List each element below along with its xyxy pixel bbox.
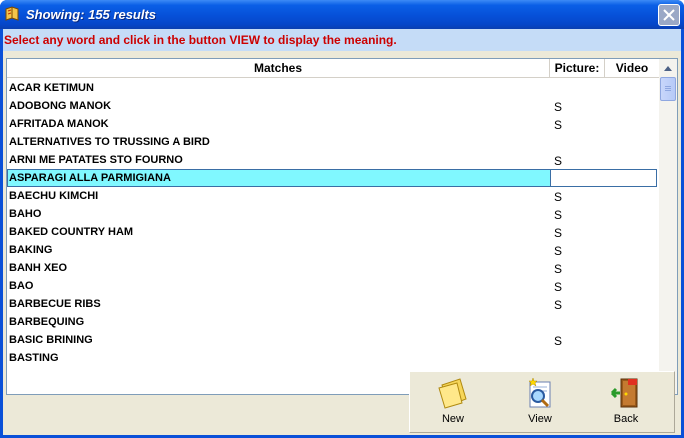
list-item[interactable]: BARBEQUING [7,313,659,331]
item-name: BASTING [9,352,59,364]
item-name: BARBECUE RIBS [9,298,101,310]
column-header-video[interactable]: Video [605,59,659,78]
item-name: BANH XEO [9,262,68,274]
item-name: ADOBONG MANOK [9,100,112,112]
list-item[interactable]: BASTING [7,349,659,367]
item-name: BAKING [9,244,53,256]
list-item[interactable]: ADOBONG MANOK S [7,97,659,115]
list-item[interactable]: BAO S [7,277,659,295]
view-button[interactable]: View [510,376,570,430]
item-name: BAKED COUNTRY HAM [9,226,134,238]
action-toolbar: New View Back [409,371,675,433]
item-picture-flag: S [554,334,563,348]
item-name: BAHO [9,208,42,220]
back-button[interactable]: Back [596,376,656,430]
book-icon [5,6,19,21]
list-item[interactable]: ASPARAGI ALLA PARMIGIANA [7,169,659,187]
new-sheet-icon [438,378,467,409]
item-picture-flag: S [554,298,563,312]
column-header-matches[interactable]: Matches [7,59,550,78]
item-name: BAECHU KIMCHI [9,190,99,202]
item-picture-flag: S [554,280,563,294]
list-header: Matches Picture: Video [7,59,659,78]
list-item[interactable]: BANH XEO S [7,259,659,277]
app-window: Showing: 155 results Select any word and… [0,0,684,438]
item-picture-flag: S [554,154,563,168]
list-item[interactable]: BASIC BRINING S [7,331,659,349]
close-icon [663,9,675,21]
list-item[interactable]: BAKED COUNTRY HAM S [7,223,659,241]
new-button[interactable]: New [423,376,483,430]
thumb-grip-line [665,88,671,89]
column-header-picture[interactable]: Picture: [550,59,605,78]
item-name: BARBEQUING [9,316,85,328]
list-rows: ACAR KETIMUN ADOBONG MANOK S AFRITADA MANOK… [7,79,659,395]
list-item[interactable]: ACAR KETIMUN [7,79,659,97]
item-name: BAO [9,280,34,292]
view-magnifier-icon [528,377,551,408]
window-title: Showing: 155 results [26,7,157,22]
vertical-scrollbar[interactable] [659,59,677,394]
exit-door-icon [610,378,638,408]
thumb-grip-line [665,86,671,87]
window-client: Select any word and click in the button … [3,29,681,435]
view-button-label: View [528,413,552,425]
instruction-text: Select any word and click in the button … [3,29,681,51]
item-name: ALTERNATIVES TO TRUSSING A BIRD [9,136,210,148]
arrow-up-icon [664,65,672,71]
scroll-thumb[interactable] [660,77,676,101]
item-picture-flag: S [554,100,563,114]
selected-cell-border [551,169,657,187]
list-item[interactable]: BARBECUE RIBS S [7,295,659,313]
list-item[interactable]: BAKING S [7,241,659,259]
list-item[interactable]: ALTERNATIVES TO TRUSSING A BIRD [7,133,659,151]
item-picture-flag: S [554,208,563,222]
item-name: AFRITADA MANOK [9,118,109,130]
item-picture-flag: S [554,118,563,132]
back-button-label: Back [613,413,639,425]
item-name: BASIC BRINING [9,334,93,346]
list-item[interactable]: AFRITADA MANOK S [7,115,659,133]
item-picture-flag: S [554,244,563,258]
new-button-label: New [441,413,464,425]
list-item[interactable]: BAECHU KIMCHI S [7,187,659,205]
item-name: ARNI ME PATATES STO FOURNO [9,154,183,166]
list-item[interactable]: BAHO S [7,205,659,223]
item-name: ASPARAGI ALLA PARMIGIANA [9,172,171,184]
item-picture-flag: S [554,226,563,240]
item-picture-flag: S [554,190,563,204]
title-bar[interactable]: Showing: 155 results [0,0,684,29]
thumb-grip-line [665,90,671,91]
list-item[interactable]: ARNI ME PATATES STO FOURNO S [7,151,659,169]
results-list[interactable]: Matches Picture: Video ACAR KETIMUN ADOBO… [6,58,678,395]
close-button[interactable] [658,4,680,26]
item-name: ACAR KETIMUN [9,82,94,94]
scroll-up-button[interactable] [660,60,676,76]
item-picture-flag: S [554,262,563,276]
